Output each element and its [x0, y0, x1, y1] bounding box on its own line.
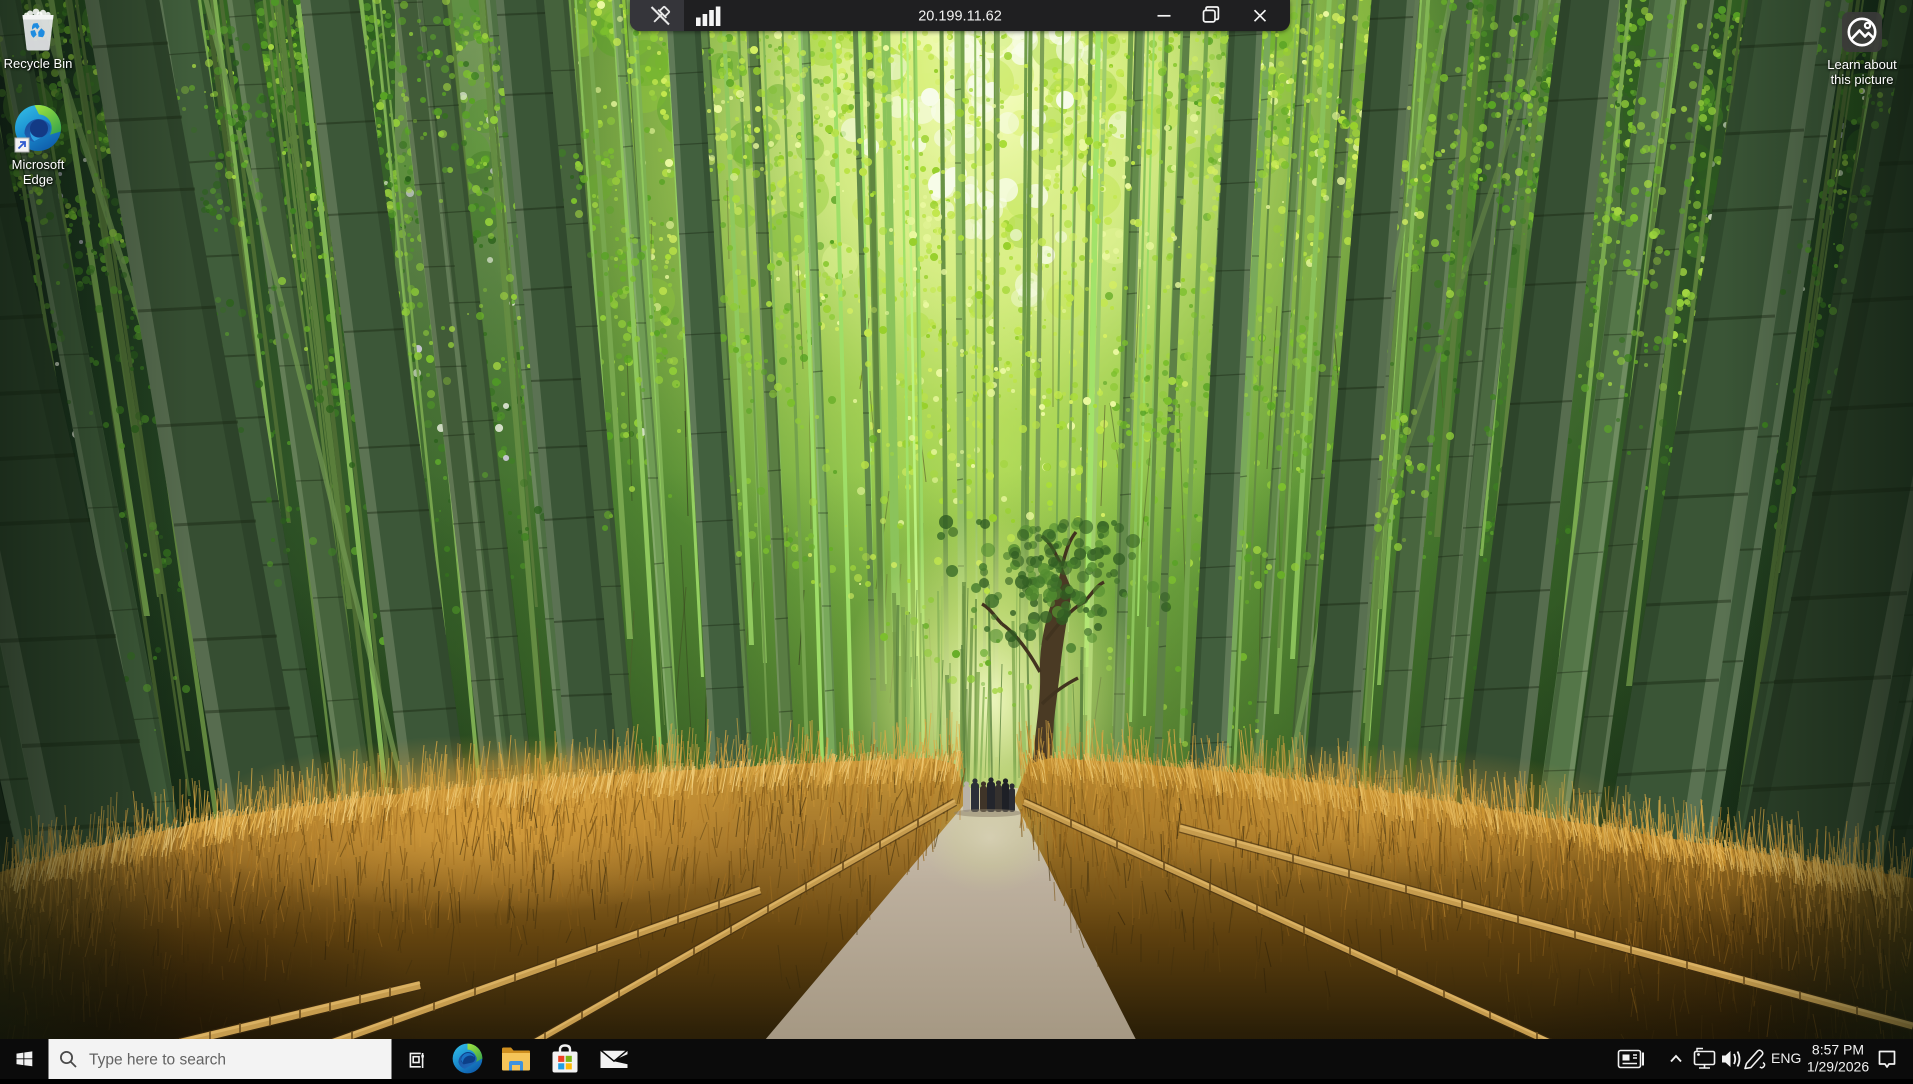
- svg-text:20.199.11.62: 20.199.11.62: [918, 9, 1002, 25]
- svg-text:1/29/2026: 1/29/2026: [1807, 1059, 1869, 1075]
- svg-text:ENG: ENG: [1771, 1050, 1801, 1066]
- svg-text:8:57 PM: 8:57 PM: [1812, 1042, 1864, 1058]
- svg-text:Type here to search: Type here to search: [89, 1052, 226, 1069]
